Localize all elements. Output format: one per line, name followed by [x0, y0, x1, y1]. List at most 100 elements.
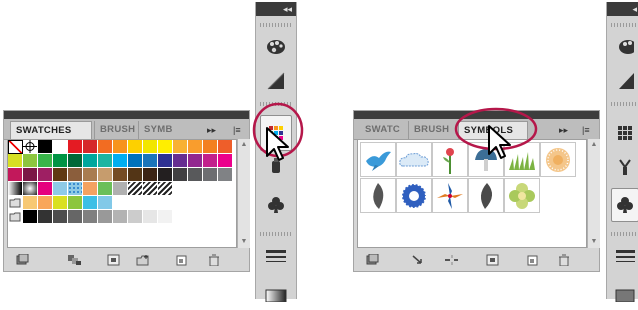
- dock-symbols-button[interactable]: [611, 188, 638, 222]
- color-swatch[interactable]: [113, 168, 128, 182]
- color-swatch[interactable]: [188, 168, 203, 182]
- color-swatch[interactable]: [188, 140, 203, 154]
- color-group-folder-icon[interactable]: [8, 196, 23, 210]
- dock-grip[interactable]: [260, 23, 292, 27]
- panel-title-bar[interactable]: [4, 111, 249, 119]
- symbol-libraries-menu-icon[interactable]: [366, 254, 380, 266]
- color-swatch[interactable]: [158, 154, 173, 168]
- color-swatch[interactable]: [98, 182, 113, 196]
- panel-menu-button[interactable]: |≡: [582, 121, 590, 139]
- color-swatch[interactable]: [83, 168, 98, 182]
- color-swatch[interactable]: [83, 182, 98, 196]
- color-swatch[interactable]: [98, 196, 113, 210]
- panel-menu-button[interactable]: |≡: [233, 121, 241, 139]
- color-swatch[interactable]: [83, 140, 98, 154]
- place-symbol-instance-icon[interactable]: [411, 254, 425, 266]
- color-swatch[interactable]: [38, 140, 53, 154]
- dock-gradient2-button[interactable]: [611, 280, 638, 310]
- color-swatch[interactable]: [23, 210, 38, 224]
- color-swatch[interactable]: [128, 210, 143, 224]
- color-swatch[interactable]: [143, 140, 158, 154]
- delete-symbol-icon[interactable]: [557, 254, 571, 266]
- new-swatch-icon[interactable]: [175, 254, 189, 266]
- color-swatch[interactable]: [143, 154, 158, 168]
- dock-grip[interactable]: [260, 232, 292, 236]
- dock-brushes-button[interactable]: [611, 152, 638, 182]
- color-swatch[interactable]: [53, 154, 68, 168]
- swatch-options-icon[interactable]: [107, 254, 121, 266]
- dock-grip[interactable]: [611, 23, 637, 27]
- swatch-libraries-menu-icon[interactable]: [16, 254, 30, 266]
- none-swatch[interactable]: [8, 140, 23, 154]
- color-swatch[interactable]: [188, 154, 203, 168]
- dock-stroke-button[interactable]: [260, 242, 292, 272]
- tab-swatches[interactable]: SWATC: [360, 121, 408, 139]
- new-symbol-icon[interactable]: [526, 254, 540, 266]
- color-swatch[interactable]: [113, 154, 128, 168]
- color-swatch[interactable]: [8, 168, 23, 182]
- color-swatch[interactable]: [203, 168, 218, 182]
- radial-gradient-swatch[interactable]: [23, 182, 38, 196]
- color-swatch[interactable]: [68, 140, 83, 154]
- color-swatch[interactable]: [83, 210, 98, 224]
- symbol-options-icon[interactable]: [486, 254, 500, 266]
- color-swatch[interactable]: [68, 210, 83, 224]
- scroll-down-arrow-icon[interactable]: ▼: [238, 236, 250, 248]
- leaf-symbol[interactable]: [360, 178, 396, 213]
- color-swatch[interactable]: [53, 168, 68, 182]
- dot-flower-symbol[interactable]: [540, 142, 576, 177]
- color-swatch[interactable]: [173, 168, 188, 182]
- dock-grip[interactable]: [611, 232, 637, 236]
- color-swatch[interactable]: [38, 182, 53, 196]
- pattern-swatch[interactable]: [143, 182, 158, 196]
- show-swatch-kinds-icon[interactable]: [68, 254, 82, 266]
- collapse-tabs-button[interactable]: ▸▸: [559, 121, 568, 139]
- green-flower-symbol[interactable]: [504, 178, 540, 213]
- dock-gradient-button[interactable]: [260, 66, 292, 96]
- color-swatch[interactable]: [203, 140, 218, 154]
- dock-color-button[interactable]: [260, 32, 292, 62]
- color-swatch[interactable]: [143, 168, 158, 182]
- color-swatch[interactable]: [113, 182, 128, 196]
- delete-swatch-icon[interactable]: [207, 254, 221, 266]
- symbol-scrollbar[interactable]: ▲ ▼: [587, 139, 600, 248]
- color-swatch[interactable]: [8, 154, 23, 168]
- dark-leaf-symbol[interactable]: [468, 178, 504, 213]
- color-swatch[interactable]: [113, 140, 128, 154]
- color-swatch[interactable]: [83, 154, 98, 168]
- color-swatch[interactable]: [38, 168, 53, 182]
- color-swatch[interactable]: [158, 140, 173, 154]
- color-swatch[interactable]: [128, 154, 143, 168]
- color-swatch[interactable]: [98, 154, 113, 168]
- dock-collapse-bar[interactable]: ◂◂: [256, 2, 296, 16]
- dock-swatches-button[interactable]: [611, 115, 638, 151]
- color-swatch[interactable]: [173, 154, 188, 168]
- break-link-icon[interactable]: [444, 254, 458, 266]
- color-swatch[interactable]: [53, 196, 68, 210]
- pattern-swatch[interactable]: [128, 182, 143, 196]
- color-swatch[interactable]: [98, 210, 113, 224]
- color-swatch[interactable]: [143, 210, 158, 224]
- dock-gradient-button[interactable]: [611, 66, 638, 96]
- color-swatch[interactable]: [68, 196, 83, 210]
- color-swatch[interactable]: [38, 210, 53, 224]
- gradient-swatch[interactable]: [8, 182, 23, 196]
- color-swatch[interactable]: [68, 154, 83, 168]
- color-swatch[interactable]: [158, 210, 173, 224]
- pinwheel-symbol[interactable]: [432, 178, 468, 213]
- collapse-tabs-button[interactable]: ▸▸: [207, 121, 216, 139]
- color-swatch[interactable]: [68, 168, 83, 182]
- color-swatch[interactable]: [128, 168, 143, 182]
- color-swatch[interactable]: [218, 168, 233, 182]
- bird-symbol[interactable]: [360, 142, 396, 177]
- color-swatch[interactable]: [53, 140, 68, 154]
- color-group-folder-icon[interactable]: [8, 210, 23, 224]
- scroll-down-arrow-icon[interactable]: ▼: [588, 236, 600, 248]
- tab-symbols[interactable]: SYMB: [138, 121, 176, 139]
- color-swatch[interactable]: [23, 196, 38, 210]
- color-swatch[interactable]: [83, 196, 98, 210]
- color-swatch[interactable]: [218, 140, 233, 154]
- dock-stroke-button[interactable]: [611, 242, 638, 272]
- color-swatch[interactable]: [113, 210, 128, 224]
- registration-swatch[interactable]: [23, 140, 38, 154]
